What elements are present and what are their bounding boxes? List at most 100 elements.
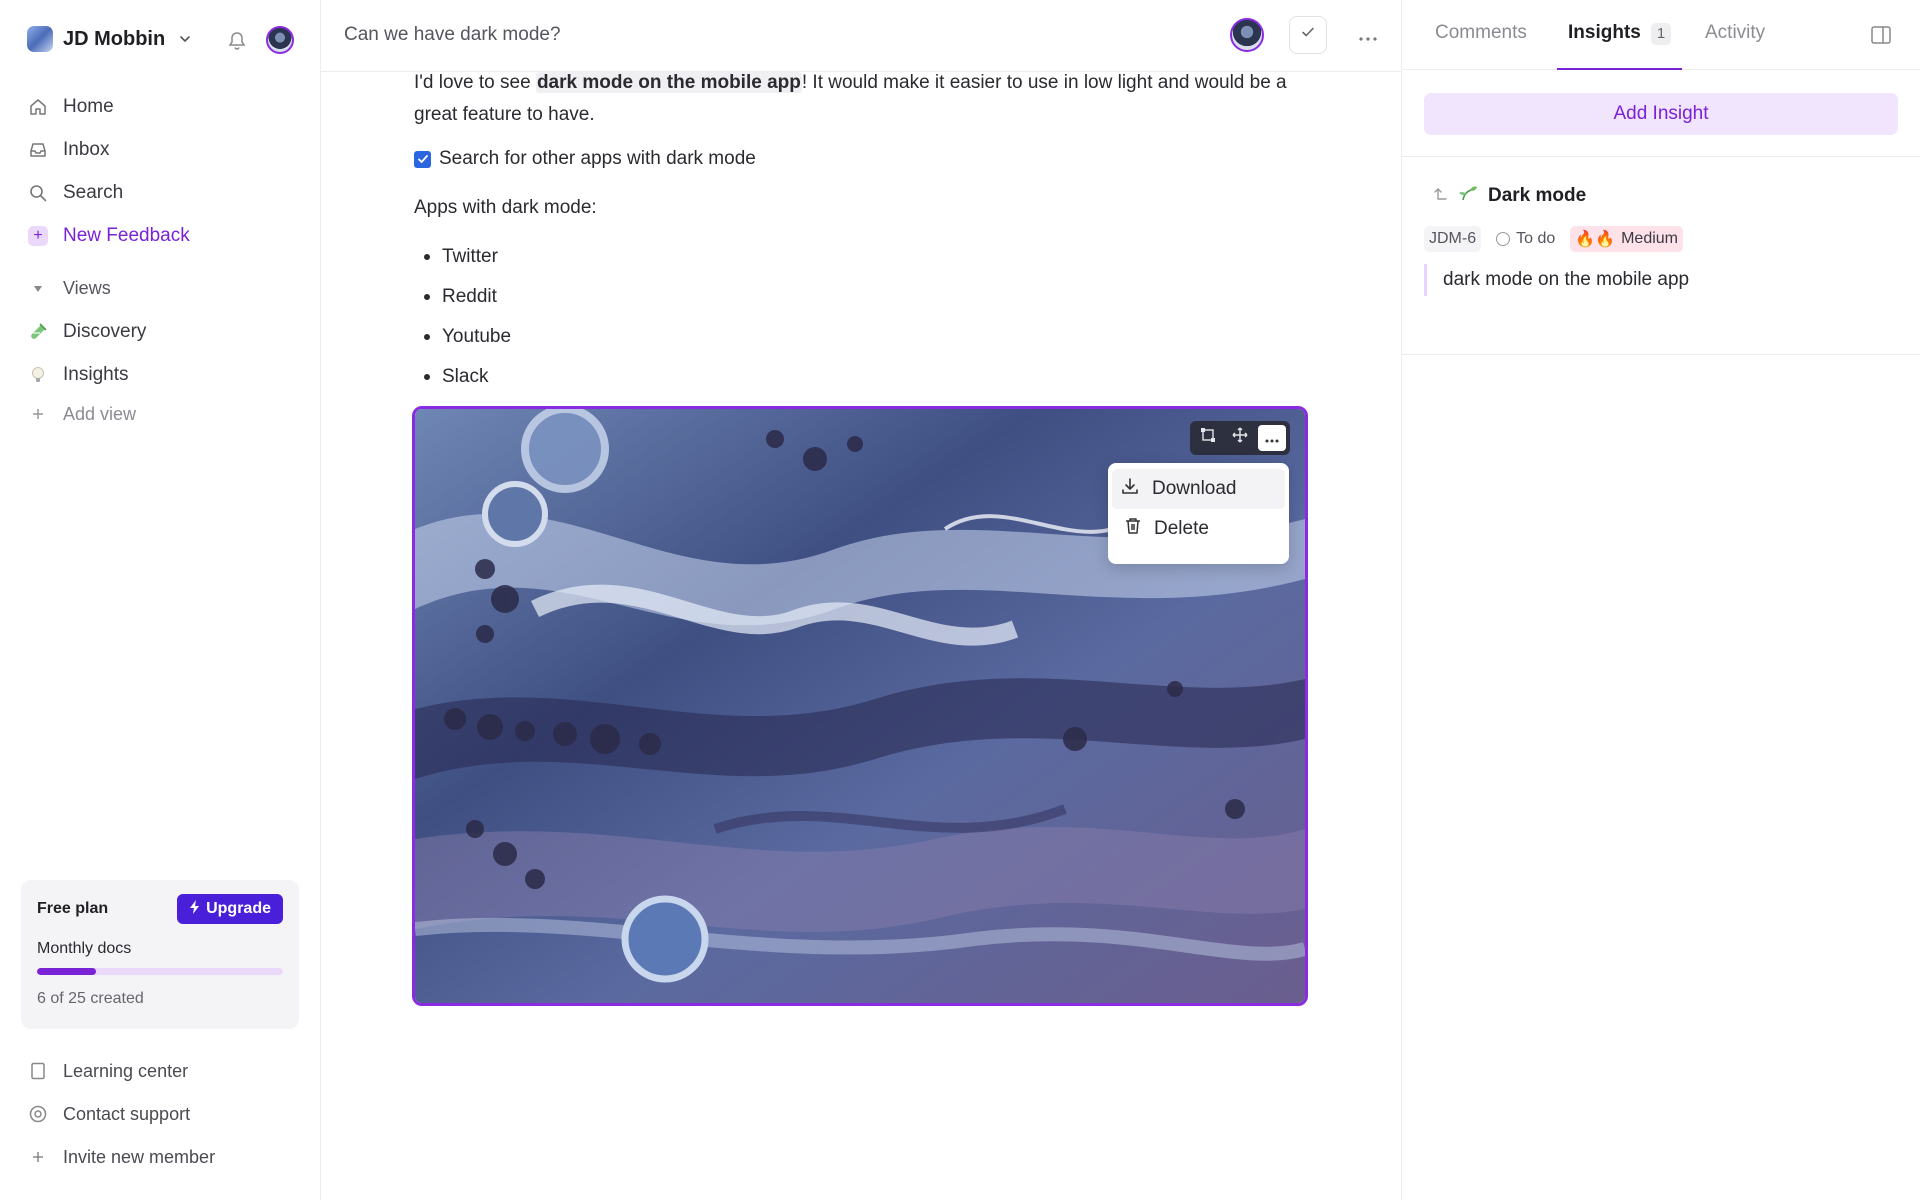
home-icon <box>27 96 49 118</box>
nav-label: Home <box>63 96 114 117</box>
docs-progress-bar <box>37 968 283 975</box>
trash-icon <box>1120 516 1142 542</box>
menu-item-delete[interactable]: Delete <box>1108 509 1289 549</box>
workspace-logo <box>27 26 53 52</box>
docs-progress-fill <box>37 968 97 975</box>
bell-icon[interactable] <box>224 28 250 54</box>
insight-quote[interactable]: dark mode on the mobile app <box>1424 264 1689 296</box>
crop-icon <box>1200 427 1216 449</box>
menu-item-download[interactable]: Download <box>1112 469 1285 509</box>
view-label: Insights <box>63 364 129 385</box>
status-chip[interactable]: To do <box>1491 226 1560 252</box>
tab-activity[interactable]: Activity <box>1705 22 1765 70</box>
chevron-down-icon <box>175 29 195 49</box>
caret-down-icon <box>27 285 49 293</box>
document-body[interactable]: I'd love to see dark mode on the mobile … <box>414 67 1294 387</box>
more-options-button[interactable] <box>1353 18 1383 52</box>
inbox-icon <box>27 139 49 161</box>
plus-icon <box>27 1150 49 1164</box>
right-panel: Comments Insights 1 Activity Add Insight … <box>1401 0 1920 1200</box>
intro-paragraph[interactable]: I'd love to see dark mode on the mobile … <box>414 67 1294 131</box>
learning-center-link[interactable]: Learning center <box>27 1056 188 1086</box>
search-icon <box>27 182 49 204</box>
nav-new-feedback[interactable]: + New Feedback <box>27 219 297 253</box>
list-item: Twitter <box>414 237 511 277</box>
image-context-menu: Download Delete <box>1108 463 1289 564</box>
image-more-button[interactable] <box>1258 425 1286 451</box>
sidebar: JD Mobbin Home Inbox Search + New Feedba… <box>0 0 321 1200</box>
tab-insights[interactable]: Insights 1 <box>1556 22 1683 70</box>
priority-label: Medium <box>1621 230 1678 247</box>
insight-header[interactable]: Dark mode <box>1432 184 1586 208</box>
nav-home[interactable]: Home <box>27 90 297 124</box>
image-toolbar <box>1190 421 1290 455</box>
add-insight-button[interactable]: Add Insight <box>1424 93 1898 135</box>
insight-meta: JDM-6 To do 🔥🔥 Medium <box>1424 226 1683 252</box>
todo-label: Search for other apps with dark mode <box>439 148 756 169</box>
apps-list: Twitter Reddit Youtube Slack <box>414 237 511 397</box>
mark-done-button[interactable] <box>1289 16 1327 54</box>
insight-title: Dark mode <box>1488 185 1587 206</box>
menu-label: Delete <box>1154 518 1209 539</box>
todo-item[interactable]: Search for other apps with dark mode <box>414 148 756 170</box>
test-tube-icon <box>27 321 49 343</box>
footer-label: Contact support <box>63 1103 191 1124</box>
document-topbar: Can we have dark mode? <box>321 0 1401 72</box>
download-icon <box>1120 476 1140 502</box>
lightning-icon <box>189 899 201 919</box>
priority-chip[interactable]: 🔥🔥 Medium <box>1570 226 1683 252</box>
plus-icon: + <box>28 226 48 246</box>
status-label: To do <box>1516 230 1556 247</box>
return-arrow-icon <box>1432 185 1448 207</box>
view-insights[interactable]: Insights <box>27 358 297 392</box>
add-view-button[interactable]: Add view <box>27 399 297 429</box>
todo-status-icon <box>1496 232 1511 246</box>
ellipsis-icon <box>1359 24 1377 47</box>
panel-tabs: Comments Insights 1 Activity <box>1402 0 1920 70</box>
footer-label: Learning center <box>63 1060 189 1081</box>
workspace-switcher[interactable]: JD Mobbin <box>27 24 195 54</box>
monthly-docs-label: Monthly docs <box>37 940 132 957</box>
check-icon <box>1300 24 1316 46</box>
list-item: Reddit <box>414 277 511 317</box>
user-avatar[interactable] <box>266 26 294 54</box>
lifebuoy-icon <box>27 1105 49 1123</box>
footer-label: Invite new member <box>63 1146 216 1167</box>
nav-label: New Feedback <box>63 225 190 246</box>
nav-label: Inbox <box>63 139 110 160</box>
view-discovery[interactable]: Discovery <box>27 315 297 349</box>
views-label: Views <box>63 278 111 298</box>
upgrade-button[interactable]: Upgrade <box>177 894 283 924</box>
move-icon <box>1232 427 1248 449</box>
todo-checkbox[interactable] <box>414 150 431 168</box>
nav-search[interactable]: Search <box>27 176 297 210</box>
insight-id[interactable]: JDM-6 <box>1424 226 1482 252</box>
nav-inbox[interactable]: Inbox <box>27 133 297 167</box>
nav-label: Search <box>63 182 124 203</box>
collapse-panel-icon[interactable] <box>1870 24 1894 48</box>
view-label: Discovery <box>63 321 147 342</box>
book-icon <box>27 1062 49 1080</box>
plan-card: Free plan Upgrade Monthly docs 6 of 25 c… <box>21 880 299 1029</box>
highlighted-text: dark mode on the mobile app <box>535 72 802 93</box>
list-item: Slack <box>414 357 511 397</box>
plus-icon <box>27 403 49 425</box>
apps-heading: Apps with dark mode: <box>414 197 597 218</box>
lightbulb-icon <box>27 364 49 386</box>
insights-count-badge: 1 <box>1650 23 1672 45</box>
views-header[interactable]: Views <box>27 278 111 299</box>
invite-member-link[interactable]: Invite new member <box>27 1142 215 1172</box>
upgrade-label: Upgrade <box>206 900 271 917</box>
plan-title: Free plan <box>37 900 109 917</box>
ellipsis-icon <box>1265 427 1279 449</box>
assignee-avatar[interactable] <box>1230 18 1264 52</box>
seedling-icon <box>1458 184 1478 208</box>
crop-button[interactable] <box>1194 425 1222 451</box>
docs-count: 6 of 25 created <box>37 990 144 1007</box>
divider <box>1402 354 1920 355</box>
document-title[interactable]: Can we have dark mode? <box>344 24 561 46</box>
menu-label: Download <box>1152 478 1237 499</box>
tab-comments[interactable]: Comments <box>1435 22 1527 70</box>
move-button[interactable] <box>1226 425 1254 451</box>
contact-support-link[interactable]: Contact support <box>27 1099 190 1129</box>
